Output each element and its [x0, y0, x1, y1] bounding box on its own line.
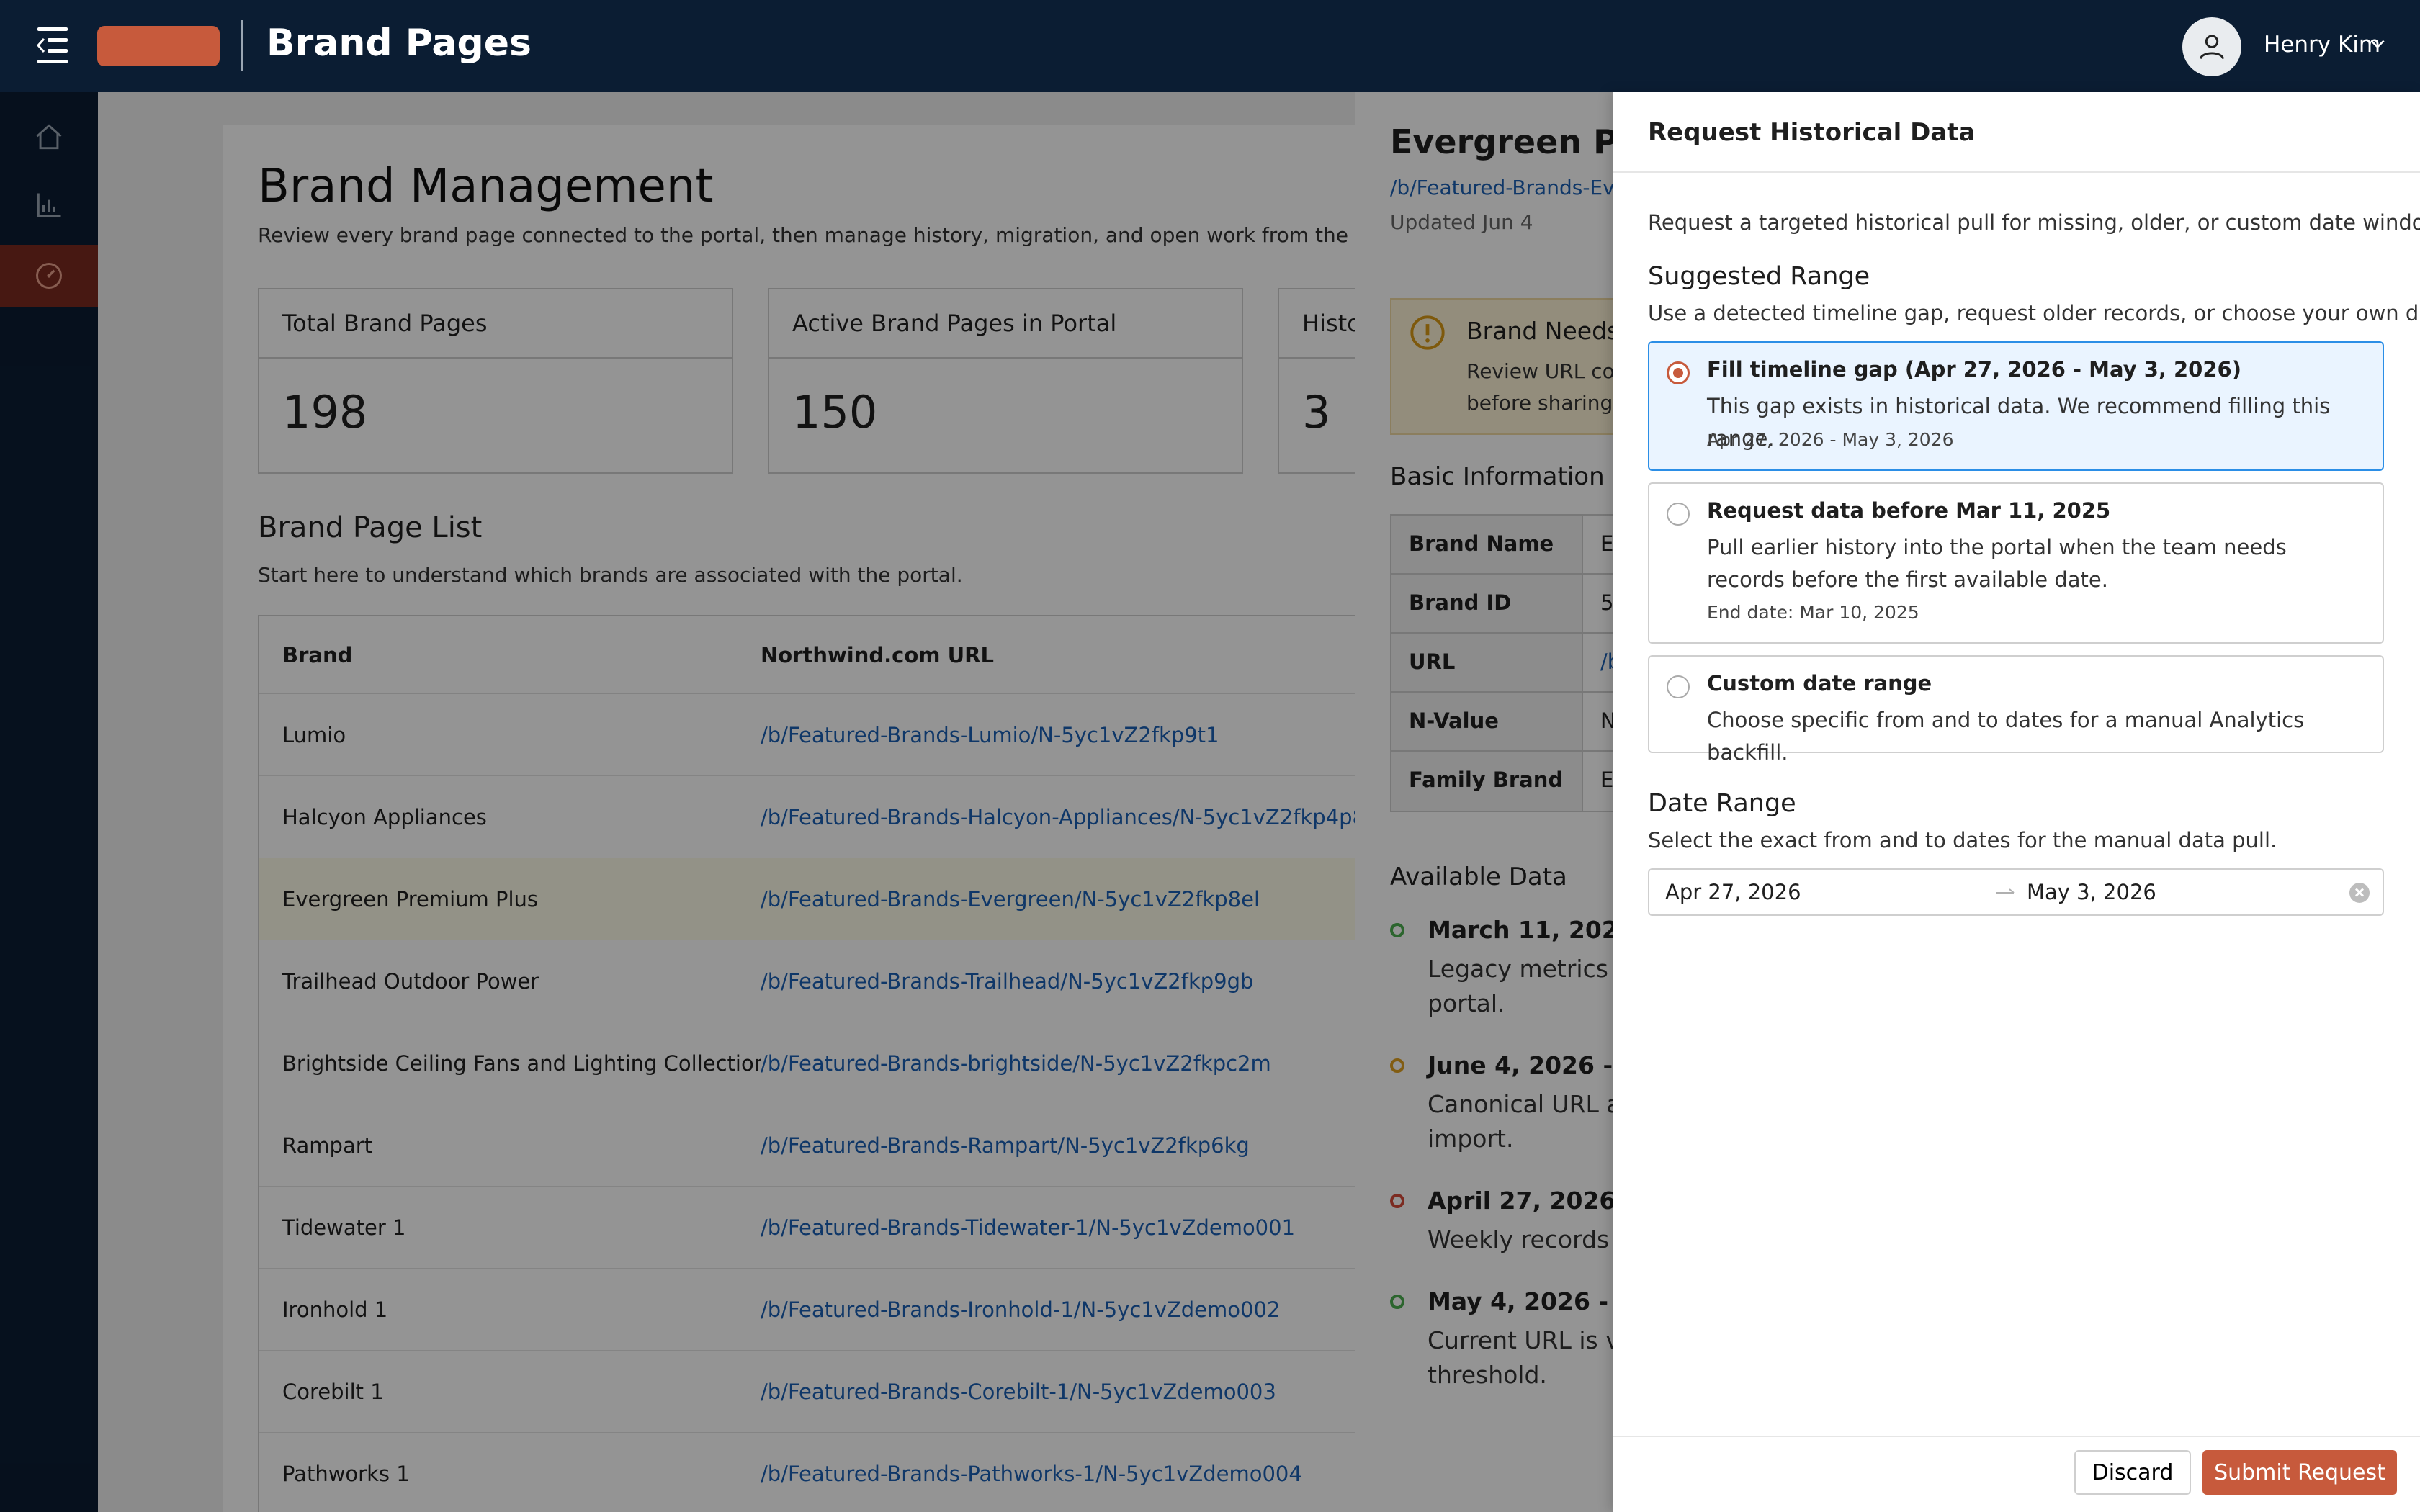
panel-divider	[1613, 171, 2420, 173]
arrow-right-icon	[1996, 888, 2015, 894]
request-historical-data-panel: Request Historical Data Request a target…	[1613, 92, 2420, 1512]
date-range-heading: Date Range	[1648, 789, 1796, 818]
option-meta: Apr 27, 2026 - May 3, 2026	[1707, 429, 1954, 450]
option-custom-range[interactable]: Custom date range Choose specific from a…	[1648, 655, 2384, 765]
radio-fill-gap[interactable]	[1667, 361, 1690, 384]
option-title: Custom date range	[1707, 671, 1932, 696]
option-fill-gap[interactable]: Fill timeline gap (Apr 27, 2026 - May 3,…	[1648, 341, 2384, 471]
user-name[interactable]: Henry Kim	[2264, 32, 2380, 58]
option-desc: Pull earlier history into the portal whe…	[1707, 535, 2287, 592]
suggested-range-subtitle: Use a detected timeline gap, request old…	[1648, 301, 2420, 325]
app-title: Brand Pages	[266, 22, 532, 65]
date-to-input[interactable]: May 3, 2026	[2027, 880, 2156, 904]
date-range-subtitle: Select the exact from and to dates for t…	[1648, 828, 2277, 852]
date-range-picker[interactable]: Apr 27, 2026 May 3, 2026	[1648, 868, 2384, 916]
panel-intro: Request a targeted historical pull for m…	[1648, 210, 2420, 235]
suggested-range-heading: Suggested Range	[1648, 262, 1870, 291]
footer-divider	[1613, 1436, 2420, 1437]
option-before-date[interactable]: Request data before Mar 11, 2025 Pull ea…	[1648, 482, 2384, 644]
date-from-input[interactable]: Apr 27, 2026	[1665, 880, 1801, 904]
panel-title: Request Historical Data	[1648, 118, 1976, 147]
header-divider	[241, 20, 243, 71]
user-icon	[2199, 35, 2225, 60]
avatar[interactable]	[2182, 17, 2241, 76]
radio-custom-range[interactable]	[1667, 675, 1690, 698]
menu-collapse-button[interactable]	[37, 27, 78, 65]
option-desc: Choose specific from and to dates for a …	[1707, 708, 2305, 765]
top-bar: Brand Pages Henry Kim	[0, 0, 2420, 92]
clear-icon[interactable]	[2349, 883, 2370, 903]
drawer-backdrop[interactable]	[1355, 92, 1615, 1512]
radio-before-date[interactable]	[1667, 503, 1690, 526]
discard-button[interactable]: Discard	[2074, 1450, 2191, 1495]
submit-request-button[interactable]: Submit Request	[2202, 1450, 2397, 1495]
option-title: Fill timeline gap (Apr 27, 2026 - May 3,…	[1707, 357, 2241, 382]
chevron-down-icon[interactable]	[2368, 35, 2387, 53]
modal-backdrop[interactable]	[0, 92, 1355, 1512]
brand-logo[interactable]	[97, 26, 220, 66]
option-title: Request data before Mar 11, 2025	[1707, 498, 2111, 523]
option-meta: End date: Mar 10, 2025	[1707, 602, 1919, 623]
